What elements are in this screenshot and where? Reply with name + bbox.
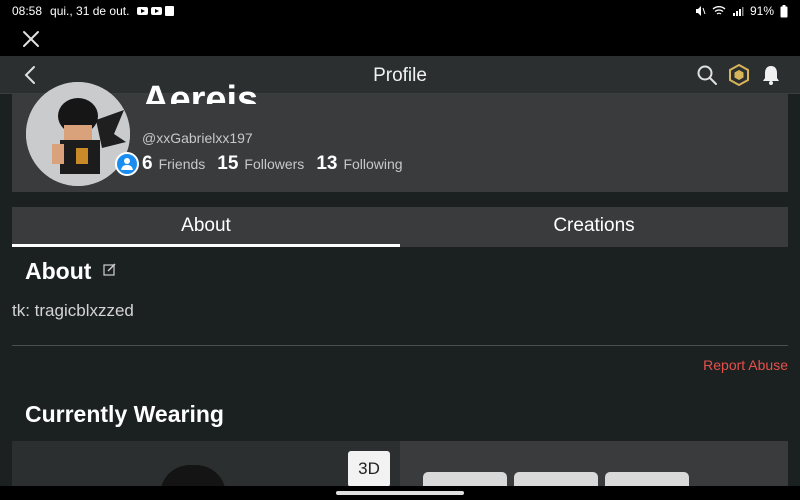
tab-about[interactable]: About — [12, 207, 400, 247]
edit-icon[interactable] — [103, 262, 117, 276]
home-gesture-handle[interactable] — [336, 491, 464, 495]
divider — [12, 345, 788, 346]
followers-label: Followers — [244, 156, 305, 172]
currently-wearing-heading: Currently Wearing — [25, 401, 224, 427]
battery-icon — [780, 4, 788, 17]
view-3d-button[interactable]: 3D — [348, 451, 390, 487]
profile-tabs: About Creations — [12, 207, 788, 247]
report-abuse-link[interactable]: Report Abuse — [703, 357, 788, 373]
tab-creations[interactable]: Creations — [400, 207, 788, 247]
followers-stat[interactable]: 15 Followers — [217, 153, 304, 175]
notification-icons — [137, 6, 175, 16]
wifi-icon — [712, 6, 726, 15]
status-date: qui., 31 de out. — [50, 4, 130, 18]
about-bio: tk: tragicblxzzed — [12, 301, 134, 320]
profile-header: Aereis @xxGabrielxx197 6 Friends 15 Foll… — [12, 79, 788, 192]
top-navigation: Profile — [0, 56, 800, 94]
following-stat[interactable]: 13 Following — [316, 153, 402, 175]
close-bar — [0, 22, 800, 56]
friends-label: Friends — [158, 156, 206, 172]
friends-count: 6 — [142, 153, 153, 174]
verified-badge-icon — [115, 152, 139, 176]
download-icon — [165, 6, 175, 16]
battery-level: 91% — [749, 4, 774, 18]
profile-stats: 6 Friends 15 Followers 13 Following — [142, 153, 403, 175]
mute-icon — [695, 6, 706, 16]
avatar[interactable] — [26, 82, 130, 186]
notification-bell-icon[interactable] — [760, 64, 782, 86]
search-icon[interactable] — [696, 64, 718, 86]
page-title: Profile — [373, 65, 427, 86]
following-count: 13 — [316, 153, 338, 174]
robux-icon[interactable] — [728, 64, 750, 86]
following-label: Following — [343, 156, 403, 172]
followers-count: 15 — [217, 153, 239, 174]
display-name: Aereis — [142, 79, 259, 104]
about-heading: About — [25, 258, 92, 284]
status-bar: 08:58 qui., 31 de out. 91% — [0, 0, 800, 22]
avatar-image — [26, 82, 130, 186]
close-icon[interactable] — [20, 28, 42, 50]
youtube-icon — [137, 7, 149, 15]
username: @xxGabrielxx197 — [142, 130, 253, 146]
signal-icon — [732, 7, 744, 16]
friends-stat[interactable]: 6 Friends — [142, 153, 205, 175]
status-time: 08:58 — [12, 4, 43, 18]
youtube-icon — [151, 7, 163, 15]
